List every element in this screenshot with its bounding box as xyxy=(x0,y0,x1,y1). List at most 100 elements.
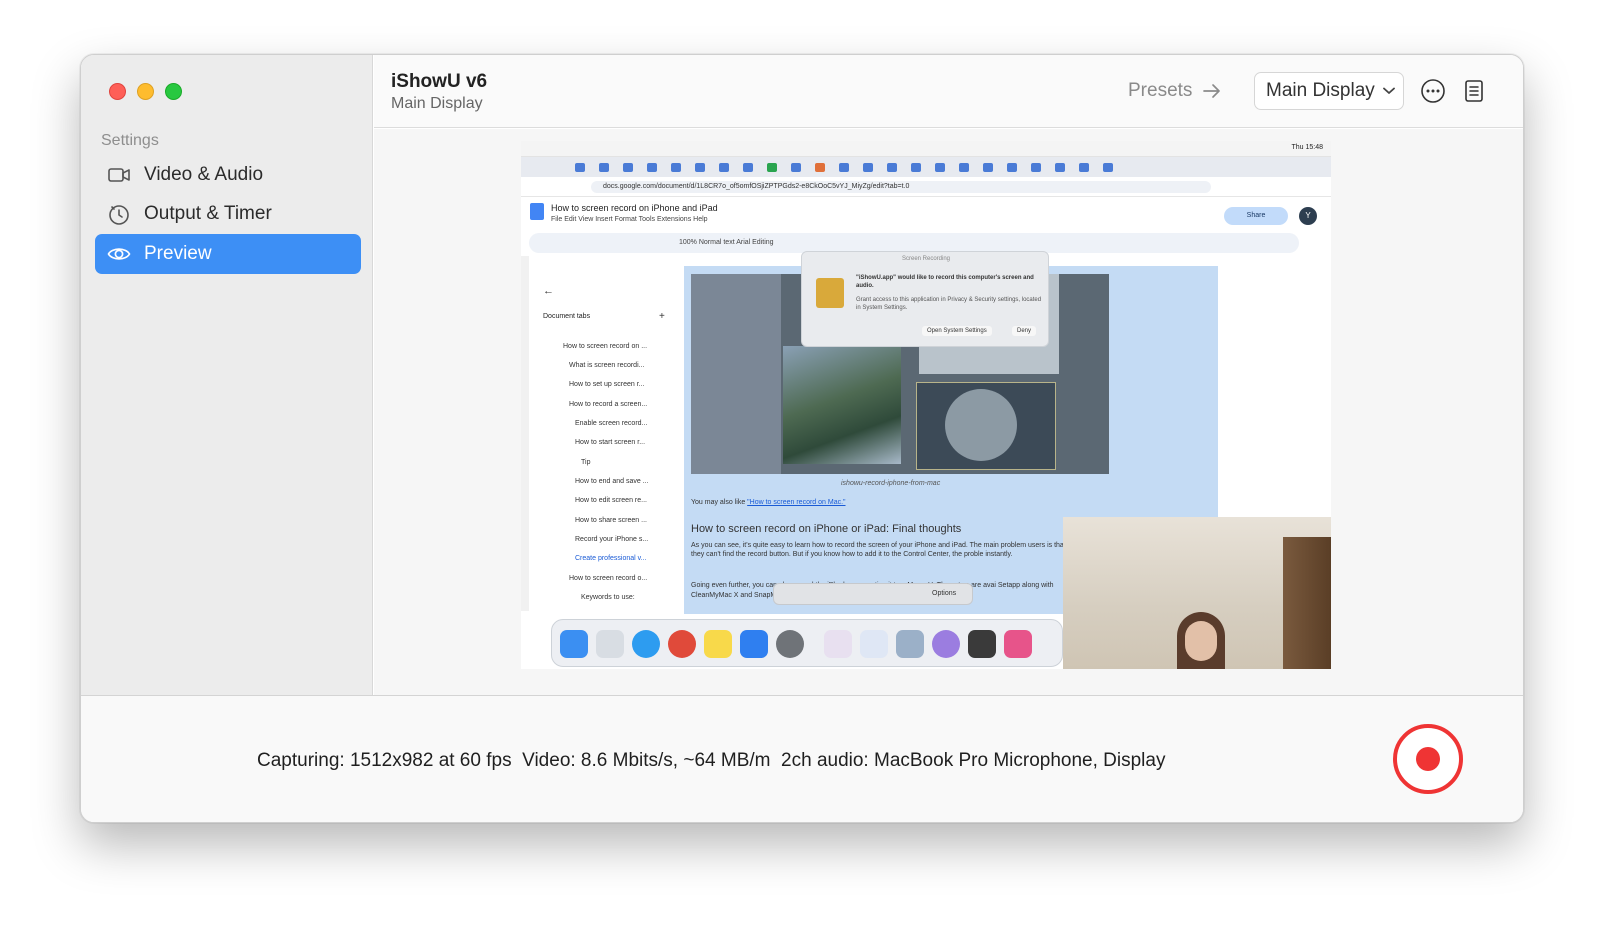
permission-dialog: Screen Recording "iShowU.app" would like… xyxy=(801,251,1049,347)
browser-tab-icon xyxy=(1055,163,1065,172)
doc-tab-item: What is screen recordi... xyxy=(569,362,645,369)
podcasts-icon xyxy=(932,630,960,658)
browser-tab-icon xyxy=(815,163,825,172)
sidebar-item-preview[interactable]: Preview xyxy=(95,234,361,274)
finder-icon xyxy=(560,630,588,658)
browser-tab-bar xyxy=(521,157,1331,177)
system-settings-icon xyxy=(776,630,804,658)
ai-app-icon xyxy=(860,630,888,658)
browser-tab-icon xyxy=(695,163,705,172)
app-subtitle: Main Display xyxy=(391,95,483,112)
presets-button[interactable]: Presets xyxy=(1128,80,1222,102)
doc-tab-item: How to record a screen... xyxy=(569,401,648,408)
browser-tab-icon xyxy=(671,163,681,172)
browser-tab-icon xyxy=(1031,163,1041,172)
notes-icon xyxy=(704,630,732,658)
app-store-icon xyxy=(740,630,768,658)
add-tab-icon: + xyxy=(659,311,665,322)
menubar-clock: Thu 15:48 xyxy=(1291,144,1323,151)
record-button[interactable] xyxy=(1393,724,1463,794)
house-sketch-thumbnail xyxy=(783,346,901,464)
doc-tab-item: Tip xyxy=(581,459,591,466)
doc-tab-item: How to share screen ... xyxy=(575,517,647,524)
close-window-button[interactable] xyxy=(109,83,126,100)
may-like-line: You may also like "How to screen record … xyxy=(691,499,846,506)
window-controls xyxy=(109,83,182,100)
doc-tab-item: Keywords to use: xyxy=(581,594,635,601)
doc-menu: File Edit View Insert Format Tools Exten… xyxy=(551,216,708,223)
dialog-title: Screen Recording xyxy=(901,256,951,262)
sidebar-item-label: Video & Audio xyxy=(144,164,264,185)
browser-tab-icon xyxy=(623,163,633,172)
sidebar: Settings Video & Audio Output & Timer Pr… xyxy=(81,55,373,695)
sidebar-item-label: Preview xyxy=(144,243,212,264)
display-select[interactable]: Main Display xyxy=(1254,72,1404,110)
browser-tab-icon xyxy=(839,163,849,172)
capture-status: Capturing: 1512x982 at 60 fps Video: 8.6… xyxy=(257,750,1166,771)
browser-tab-icon xyxy=(911,163,921,172)
browser-tab-icon xyxy=(1103,163,1113,172)
browser-tab-icon xyxy=(887,163,897,172)
doc-tab-item: How to set up screen r... xyxy=(569,381,645,388)
browser-tab-icon xyxy=(767,163,777,172)
capture-toolbar: Options xyxy=(773,583,973,605)
dialog-subtext: Grant access to this application in Priv… xyxy=(856,297,1042,311)
doc-tab-item: How to end and save ... xyxy=(575,478,649,485)
screen-preview: Thu 15:48 docs.google.com/document/d/1L8… xyxy=(521,141,1331,669)
final-heading: How to screen record on iPhone or iPad: … xyxy=(691,523,962,535)
browser-tab-icon xyxy=(719,163,729,172)
safari-icon xyxy=(632,630,660,658)
more-options-icon[interactable] xyxy=(1420,78,1446,104)
browser-tab-icon xyxy=(1079,163,1089,172)
image-caption: ishowu-record-iphone-from-mac xyxy=(841,480,941,487)
browser-tab-icon xyxy=(983,163,993,172)
person-thumbnail xyxy=(945,389,1017,461)
doc-tab-item: How to edit screen re... xyxy=(575,497,647,504)
sidebar-item-output-timer[interactable]: Output & Timer xyxy=(95,194,361,234)
camera-app-icon xyxy=(1004,630,1032,658)
docs-icon xyxy=(530,203,544,220)
browser-tab-icon xyxy=(647,163,657,172)
back-arrow-icon: ← xyxy=(543,285,554,297)
chevron-down-icon xyxy=(1382,87,1395,94)
eye-icon xyxy=(107,248,131,260)
door xyxy=(1283,537,1331,669)
url-field: docs.google.com/document/d/1L8CR7o_of5om… xyxy=(591,181,1211,193)
arrow-right-icon xyxy=(1203,84,1221,98)
minimize-window-button[interactable] xyxy=(137,83,154,100)
doc-tab-item: Enable screen record... xyxy=(575,420,648,427)
browser-tab-icon xyxy=(791,163,801,172)
doc-ruler xyxy=(521,256,529,611)
record-icon xyxy=(1416,747,1440,771)
browser-address-bar: docs.google.com/document/d/1L8CR7o_of5om… xyxy=(521,177,1331,197)
display-select-value: Main Display xyxy=(1266,80,1375,101)
capture-options-label: Options xyxy=(932,590,957,597)
preview-app-icon xyxy=(896,630,924,658)
share-button: Share xyxy=(1224,207,1288,225)
sidebar-item-video-audio[interactable]: Video & Audio xyxy=(95,155,361,195)
browser-tab-icon xyxy=(1007,163,1017,172)
deny-button: Deny xyxy=(1012,326,1037,336)
browser-tab-icon xyxy=(575,163,585,172)
video-camera-icon xyxy=(108,168,130,182)
preview-area: Thu 15:48 docs.google.com/document/d/1L8… xyxy=(374,129,1523,695)
log-document-icon[interactable] xyxy=(1463,79,1485,103)
webcam-overlay xyxy=(1063,517,1331,669)
mac-dock xyxy=(551,619,1063,667)
final-paragraph: As you can see, it's quite easy to learn… xyxy=(691,542,1066,558)
status-bar: Capturing: 1512x982 at 60 fps Video: 8.6… xyxy=(81,695,1523,822)
app-title: iShowU v6 xyxy=(391,71,488,92)
lock-icon xyxy=(816,278,844,308)
doc-tabs-panel: ← Document tabs + How to screen record o… xyxy=(529,271,679,611)
zoom-window-button[interactable] xyxy=(165,83,182,100)
settings-panel-thumbnail xyxy=(691,274,781,474)
doc-title: How to screen record on iPhone and iPad xyxy=(551,203,718,213)
chrome-icon xyxy=(668,630,696,658)
may-like-link: "How to screen record on Mac." xyxy=(747,499,846,506)
sidebar-heading: Settings xyxy=(101,132,159,149)
doc-tabs-heading: Document tabs xyxy=(543,313,591,320)
may-like-prefix: You may also like xyxy=(691,499,748,506)
browser-tab-icon xyxy=(743,163,753,172)
app-window: Settings Video & Audio Output & Timer Pr… xyxy=(80,54,1524,823)
browser-tab-icon xyxy=(863,163,873,172)
